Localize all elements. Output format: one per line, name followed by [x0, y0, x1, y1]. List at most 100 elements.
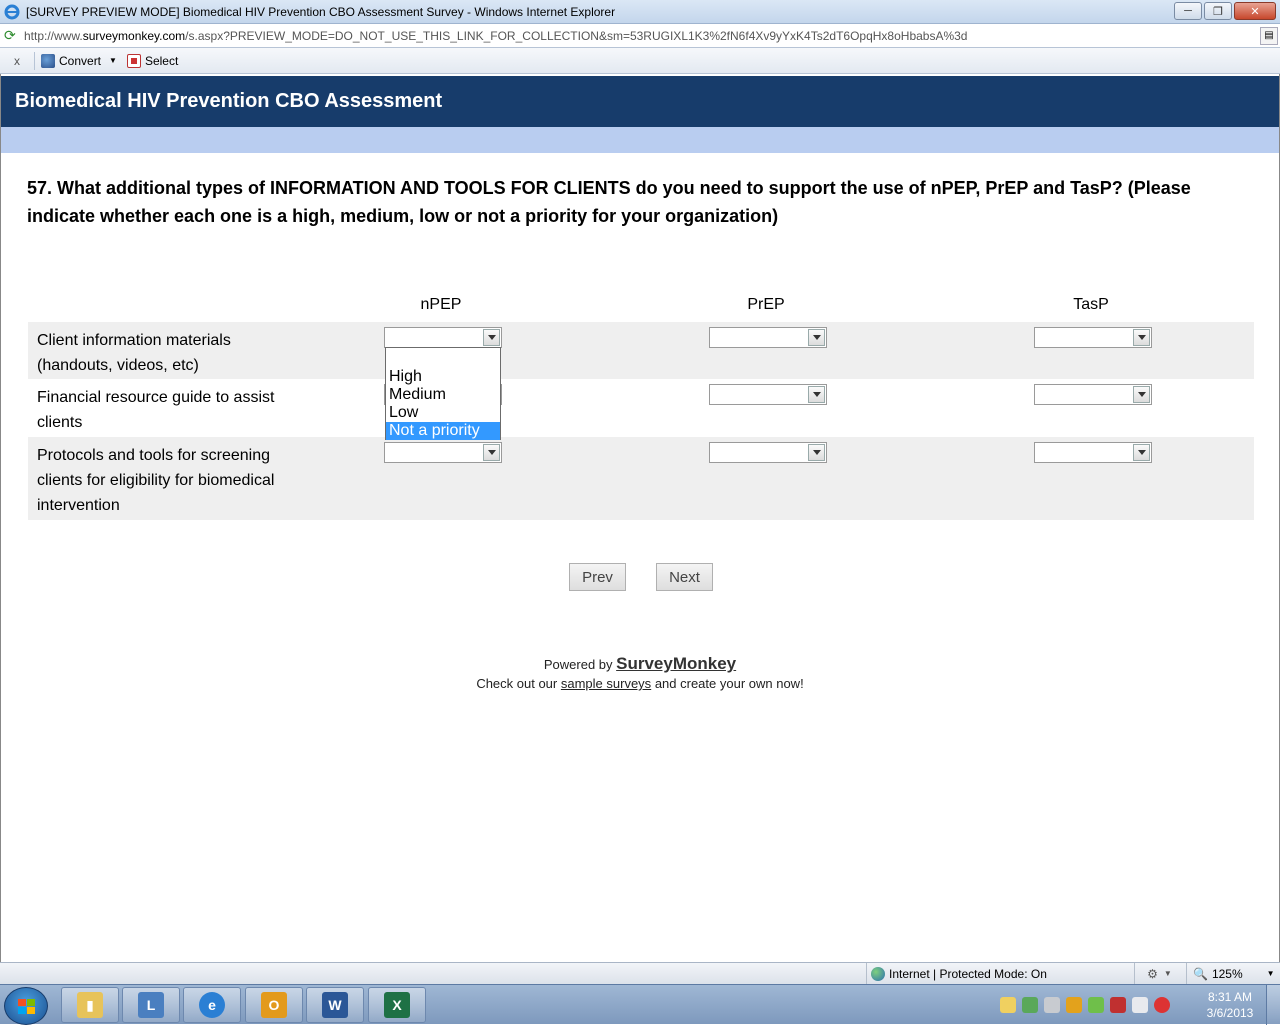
row-label: Financial resource guide to assist clien…	[37, 389, 275, 431]
select-row3-npep[interactable]	[384, 442, 502, 463]
chevron-down-icon[interactable]	[1133, 386, 1150, 403]
select-row3-prep[interactable]	[709, 442, 827, 463]
internet-explorer-icon: e	[199, 992, 225, 1018]
security-zone[interactable]: Internet | Protected Mode: On	[866, 963, 1047, 984]
outlook-icon: O	[261, 992, 287, 1018]
folder-icon: ▮	[77, 992, 103, 1018]
restore-button[interactable]: ❐	[1204, 2, 1232, 20]
taskbar-word[interactable]: W	[306, 987, 364, 1023]
select-icon	[126, 53, 141, 68]
network-check-icon[interactable]	[1022, 997, 1038, 1013]
chevron-down-icon: ▼	[1163, 969, 1172, 978]
checkout-pre-text: Check out our	[476, 676, 558, 691]
checkout-line: Check out our sample surveys and create …	[1, 676, 1279, 691]
mail-icon[interactable]	[1000, 997, 1016, 1013]
chevron-down-icon[interactable]: ▼	[109, 56, 117, 65]
chevron-down-icon[interactable]	[808, 329, 825, 346]
select-label: Select	[144, 53, 179, 68]
toolbar-close-icon[interactable]: x	[14, 54, 26, 68]
window-title-bar: [SURVEY PREVIEW MODE] Biomedical HIV Pre…	[0, 0, 1280, 24]
column-header-npep: nPEP	[420, 296, 462, 313]
column-header-tasp: TasP	[1073, 296, 1109, 313]
window-title: [SURVEY PREVIEW MODE] Biomedical HIV Pre…	[26, 4, 616, 19]
convert-button[interactable]: Convert ▼	[41, 53, 117, 68]
powered-by-text: Powered by	[543, 657, 613, 672]
select-button[interactable]: Select	[126, 53, 179, 68]
dropdown-option-not-a-priority[interactable]: Not a priority	[386, 422, 500, 440]
close-window-button[interactable]: ✕	[1234, 2, 1276, 20]
survey-title: Biomedical HIV Prevention CBO Assessment	[15, 90, 443, 112]
sample-surveys-link[interactable]: sample surveys	[561, 676, 651, 691]
row-label: Client information materials (handouts, …	[37, 332, 231, 374]
dropdown-option-low[interactable]: Low	[386, 404, 500, 422]
outlook-tray-icon[interactable]	[1066, 997, 1082, 1013]
windows-flag-icon	[18, 999, 36, 1015]
minimize-button[interactable]: ─	[1174, 2, 1202, 20]
select-row1-prep[interactable]	[709, 327, 827, 348]
start-button[interactable]	[4, 987, 48, 1025]
security-settings-button[interactable]: ⚙ ▼	[1134, 963, 1184, 984]
select-row3-tasp[interactable]	[1034, 442, 1152, 463]
dropdown-list[interactable]: High Medium Low Not a priority	[385, 347, 501, 440]
next-button[interactable]: Next	[656, 563, 713, 591]
diamond-icon[interactable]	[1044, 997, 1060, 1013]
zoom-icon: 🔍	[1193, 966, 1208, 981]
address-url[interactable]: http://www.surveymonkey.com/s.aspx?PREVI…	[24, 29, 967, 43]
address-bar[interactable]: ⟳ http://www.surveymonkey.com/s.aspx?PRE…	[0, 24, 1280, 48]
word-icon: W	[322, 992, 348, 1018]
excel-icon: X	[384, 992, 410, 1018]
settings-icon: ⚙	[1147, 966, 1158, 981]
select-row2-tasp[interactable]	[1034, 384, 1152, 405]
checkout-post-text: and create your own now!	[654, 676, 804, 691]
zoom-level: 125%	[1211, 966, 1243, 981]
communicator-icon: L	[138, 992, 164, 1018]
taskbar-explorer[interactable]: ▮	[61, 987, 119, 1023]
dropdown-option-blank[interactable]	[386, 348, 500, 366]
clock-date: 3/6/2013	[1206, 1006, 1254, 1020]
command-toolbar: x Convert ▼ Select	[0, 48, 1280, 74]
security-shield-icon[interactable]	[1088, 997, 1104, 1013]
alert-icon[interactable]	[1110, 997, 1126, 1013]
row-label: Protocols and tools for screening client…	[37, 447, 275, 514]
taskbar-clock[interactable]: 8:31 AM 3/6/2013	[1198, 989, 1262, 1021]
dropdown-option-medium[interactable]: Medium	[386, 386, 500, 404]
chevron-down-icon[interactable]	[483, 329, 500, 346]
select-row1-npep[interactable]	[384, 327, 502, 348]
chevron-down-icon[interactable]: ▼	[1267, 969, 1275, 978]
chevron-down-icon[interactable]	[483, 444, 500, 461]
convert-icon	[41, 53, 55, 68]
taskbar-communicator[interactable]: L	[122, 987, 180, 1023]
question-text: 57. What additional types of INFORMATION…	[27, 178, 1191, 226]
chevron-down-icon[interactable]	[1133, 329, 1150, 346]
compatibility-view-icon[interactable]: ▤	[1260, 27, 1278, 45]
dropdown-option-high[interactable]: High	[386, 368, 500, 386]
toolbar-separator	[34, 51, 35, 70]
zone-label: Internet | Protected Mode: On	[889, 966, 1047, 981]
taskbar-outlook[interactable]: O	[245, 987, 303, 1023]
clock-time: 8:31 AM	[1207, 990, 1253, 1004]
convert-label: Convert	[59, 53, 102, 68]
internet-explorer-icon	[4, 4, 20, 19]
page-viewport: Biomedical HIV Prevention CBO Assessment…	[0, 74, 1280, 962]
volume-muted-icon[interactable]	[1154, 997, 1170, 1013]
chevron-down-icon[interactable]	[808, 386, 825, 403]
surveymonkey-link[interactable]: SurveyMonkey	[616, 654, 736, 673]
display-icon[interactable]	[1132, 997, 1148, 1013]
globe-icon	[871, 966, 885, 981]
select-row1-tasp[interactable]	[1034, 327, 1152, 348]
show-desktop-button[interactable]	[1266, 985, 1280, 1025]
prev-button[interactable]: Prev	[569, 563, 626, 591]
column-header-prep: PrEP	[747, 296, 785, 313]
select-row2-prep[interactable]	[709, 384, 827, 405]
taskbar-internet-explorer[interactable]: e	[183, 987, 241, 1023]
taskbar: ▮ L e O W X 8:31 AM 3/6/2013	[0, 984, 1280, 1025]
survey-subheader-band	[1, 127, 1279, 153]
taskbar-excel[interactable]: X	[368, 987, 426, 1023]
powered-by: Powered by SurveyMonkey	[1, 654, 1279, 674]
chevron-down-icon[interactable]	[1133, 444, 1150, 461]
zoom-control[interactable]: 🔍 125% ▼	[1186, 963, 1275, 984]
status-bar: Internet | Protected Mode: On ⚙ ▼ 🔍 125%…	[0, 962, 1280, 984]
system-tray	[1000, 985, 1170, 1025]
survey-header: Biomedical HIV Prevention CBO Assessment	[1, 76, 1279, 127]
chevron-down-icon[interactable]	[808, 444, 825, 461]
